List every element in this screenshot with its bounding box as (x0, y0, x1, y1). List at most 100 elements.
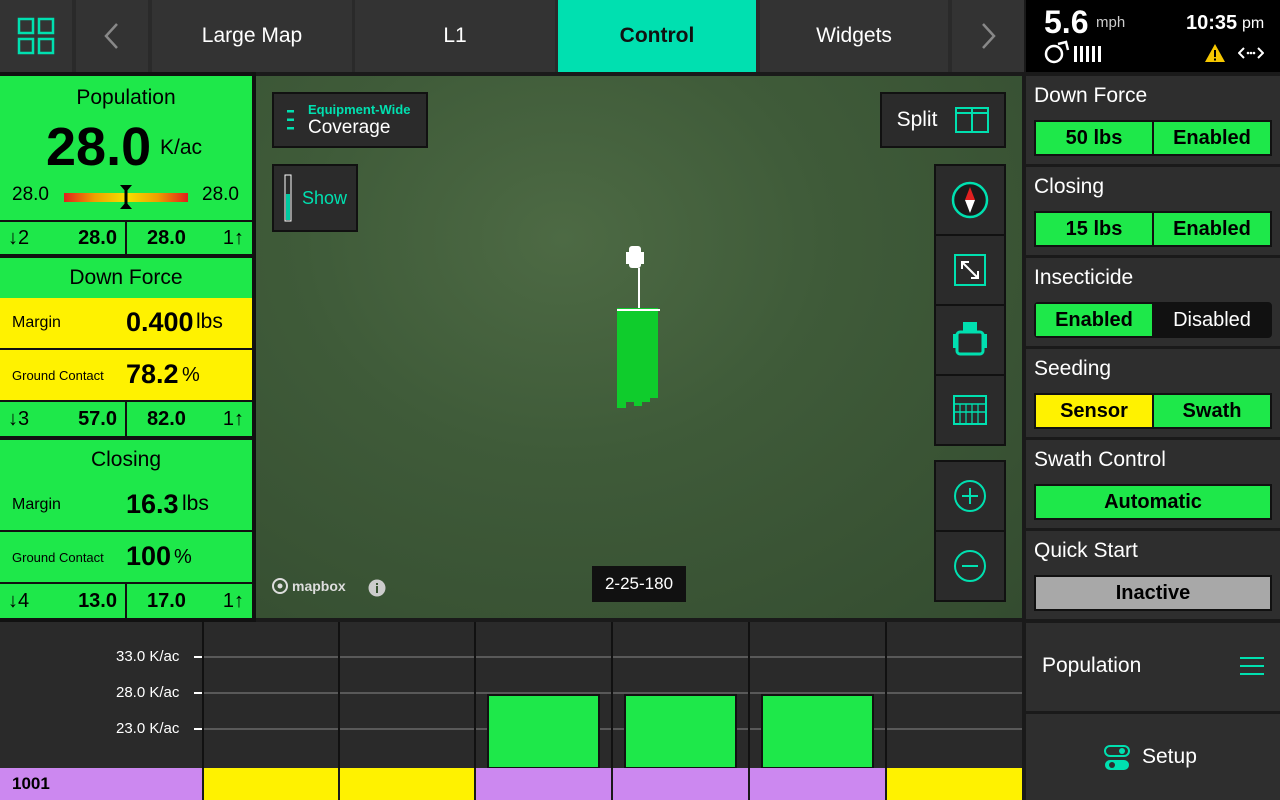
connection-arrows-icon (1238, 47, 1264, 59)
coverage-layer-button[interactable]: Equipment-Wide Coverage (272, 92, 428, 148)
down-force-margin-unit: lbs (196, 310, 223, 333)
signal-bars-icon (1074, 46, 1101, 62)
tab-large-map[interactable]: Large Map (152, 0, 352, 72)
info-icon[interactable] (368, 579, 386, 597)
population-widget[interactable]: Population 28.0 K/ac 28.0 28.0 (0, 76, 252, 220)
rp-insecticide: Insecticide Enabled Disabled (1026, 258, 1280, 346)
rp-closing: Closing 15 lbs Enabled (1026, 167, 1280, 255)
toggles-icon (1104, 745, 1130, 770)
plus-icon (954, 480, 986, 512)
tabs-prev-button[interactable] (76, 0, 148, 72)
apps-grid-button[interactable] (0, 0, 72, 72)
rp-seeding-title: Seeding (1034, 357, 1112, 380)
split-view-button[interactable]: Split (880, 92, 1006, 148)
population-min: 28.0 (12, 184, 49, 205)
rp-down-force-title: Down Force (1034, 84, 1148, 107)
rp-quick-start-title: Quick Start (1034, 539, 1138, 562)
down-force-row-a: 57.0 (78, 407, 117, 430)
y-tick-23: 23.0 K/ac (116, 720, 180, 737)
population-row-summary: ↓ 2 28.0 28.0 1 ↑ (0, 222, 252, 254)
population-up-cell: 28.0 1 ↑ (147, 226, 244, 249)
gauge-marker-icon (120, 185, 132, 209)
tab-widgets[interactable]: Widgets (760, 0, 948, 72)
population-down-count: 2 (18, 226, 30, 249)
coverage-map[interactable]: Equipment-Wide Coverage Show Split mapbo… (256, 76, 1022, 618)
rp-insecticide-enabled-button[interactable]: Enabled (1036, 304, 1152, 336)
compass-icon (951, 181, 989, 219)
closing-row-a: 13.0 (78, 589, 117, 612)
closing-margin-unit: lbs (182, 492, 209, 515)
tabs-next-button[interactable] (952, 0, 1024, 72)
rp-down-force-state-button[interactable]: Enabled (1152, 122, 1270, 154)
row-lane-label: 1001 (0, 768, 202, 800)
population-unit: K/ac (160, 136, 203, 159)
mapbox-attribution: mapbox (272, 578, 346, 594)
population-up-count: 1 (222, 226, 234, 249)
clock-time: 10:35 (1186, 12, 1238, 34)
minus-icon (954, 550, 986, 582)
row-lane-3 (476, 768, 611, 800)
speed-value: 5.6 (1044, 4, 1089, 40)
down-force-gc-value: 78.2 (126, 359, 179, 389)
show-label: Show (302, 187, 348, 208)
compass-button[interactable] (934, 164, 1006, 236)
fullscreen-button[interactable] (934, 234, 1006, 306)
down-force-margin[interactable]: Margin 0.400 lbs (0, 298, 252, 348)
setup-label: Setup (1142, 745, 1197, 768)
tab-l1[interactable]: L1 (355, 0, 555, 72)
rp-closing-title: Closing (1034, 175, 1105, 198)
closing-up-count: 1 (222, 589, 234, 612)
planter-view-button[interactable] (934, 374, 1006, 446)
population-down-cell: ↓ 2 28.0 (0, 222, 127, 254)
show-legend-button[interactable]: Show (272, 164, 358, 232)
rp-closing-state-button[interactable]: Enabled (1152, 213, 1270, 245)
rp-quick-start-inactive-button[interactable]: Inactive (1036, 577, 1270, 609)
split-view-icon (955, 107, 990, 133)
closing-margin-label: Margin (12, 496, 61, 513)
chevron-right-icon (982, 23, 996, 49)
population-selector-label: Population (1042, 654, 1142, 677)
satellite-icon (1044, 40, 1070, 64)
population-row-a: 28.0 (78, 226, 117, 249)
warning-icon[interactable] (1204, 43, 1226, 63)
rp-seeding-sensor-button[interactable]: Sensor (1036, 395, 1152, 427)
speed-unit: mph (1096, 14, 1126, 31)
coverage-label: Coverage (308, 116, 391, 138)
closing-margin[interactable]: Margin 16.3 lbs (0, 480, 252, 530)
rp-down-force-value-button[interactable]: 50 lbs (1036, 122, 1152, 154)
grid-icon (17, 17, 55, 55)
down-force-ground-contact[interactable]: Ground Contact 78.2 % (0, 350, 252, 400)
rp-quick-start: Quick Start Inactive (1026, 531, 1280, 619)
down-force-row-b: 82.0 (147, 407, 186, 430)
tab-control[interactable]: Control (558, 0, 756, 72)
down-force-gc-label: Ground Contact (12, 368, 104, 383)
population-selector[interactable]: Population (1026, 623, 1280, 711)
center-vehicle-button[interactable] (934, 304, 1006, 376)
population-row-b: 28.0 (147, 226, 186, 249)
tractor-icon (953, 322, 987, 356)
down-force-title: Down Force (69, 266, 183, 289)
location-code: 2-25-180 (592, 566, 686, 602)
rp-seeding-swath-button[interactable]: Swath (1152, 395, 1270, 427)
closing-gc-label: Ground Contact (12, 550, 104, 565)
closing-ground-contact[interactable]: Ground Contact 100 % (0, 532, 252, 582)
row-label: 1001 (12, 774, 50, 793)
rp-insecticide-disabled-button[interactable]: Disabled (1152, 304, 1270, 336)
down-force-gc-unit: % (182, 364, 200, 386)
down-force-down-count: 3 (18, 407, 30, 430)
rp-closing-value-button[interactable]: 15 lbs (1036, 213, 1152, 245)
row-lane-6 (887, 768, 1022, 800)
zoom-in-button[interactable] (934, 460, 1006, 532)
split-label: Split (896, 108, 938, 131)
closing-row-b: 17.0 (147, 589, 186, 612)
setup-button[interactable]: Setup (1026, 714, 1280, 800)
rp-down-force: Down Force 50 lbs Enabled (1026, 76, 1280, 164)
row-lane-5 (750, 768, 885, 800)
closing-gc-unit: % (174, 546, 192, 568)
expand-icon (954, 254, 986, 286)
rp-swath-automatic-button[interactable]: Automatic (1036, 486, 1270, 518)
menu-icon[interactable] (1240, 656, 1264, 676)
zoom-out-button[interactable] (934, 530, 1006, 602)
down-force-up-count: 1 (222, 407, 234, 430)
population-max: 28.0 (202, 184, 239, 205)
